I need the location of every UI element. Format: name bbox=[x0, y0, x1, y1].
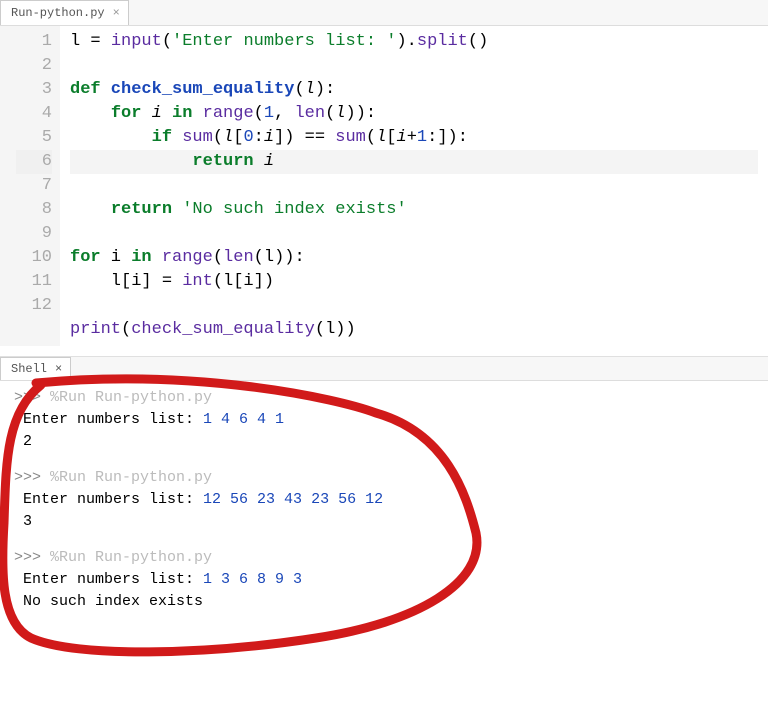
editor-tab-bar: Run-python.py × bbox=[0, 0, 768, 26]
close-icon[interactable]: × bbox=[55, 362, 62, 376]
editor-tab[interactable]: Run-python.py × bbox=[0, 0, 129, 25]
code-line: for i in range(1, len(l)): bbox=[70, 104, 376, 123]
close-icon[interactable]: × bbox=[113, 7, 120, 19]
line-number-gutter: 1 2 3 4 5 6 7 8 9 10 11 12 bbox=[0, 26, 60, 346]
code-line bbox=[70, 224, 80, 243]
code-line: l[i] = int(l[i]) bbox=[70, 272, 274, 291]
code-line bbox=[70, 56, 80, 75]
shell-tab[interactable]: Shell × bbox=[0, 357, 71, 380]
code-line: if sum(l[0:i]) == sum(l[i+1:]): bbox=[70, 128, 468, 147]
shell-run-block: >>> %Run Run-python.py Enter numbers lis… bbox=[14, 387, 754, 453]
code-line: return i bbox=[70, 150, 758, 174]
code-content[interactable]: l = input('Enter numbers list: ').split(… bbox=[60, 26, 768, 346]
shell-panel: Shell × >>> %Run Run-python.py Enter num… bbox=[0, 356, 768, 723]
code-line: for i in range(len(l)): bbox=[70, 248, 305, 267]
shell-tab-bar: Shell × bbox=[0, 357, 768, 381]
code-line: def check_sum_equality(l): bbox=[70, 80, 335, 99]
code-line: return 'No such index exists' bbox=[70, 200, 407, 219]
code-line: print(check_sum_equality(l)) bbox=[70, 320, 356, 339]
code-editor[interactable]: 1 2 3 4 5 6 7 8 9 10 11 12 l = input('En… bbox=[0, 26, 768, 346]
shell-run-block: >>> %Run Run-python.py Enter numbers lis… bbox=[14, 547, 754, 613]
code-line: l = input('Enter numbers list: ').split(… bbox=[70, 32, 488, 51]
shell-run-block: >>> %Run Run-python.py Enter numbers lis… bbox=[14, 467, 754, 533]
shell-tab-label: Shell bbox=[11, 362, 47, 376]
code-line bbox=[70, 296, 80, 315]
editor-tab-label: Run-python.py bbox=[11, 6, 105, 20]
shell-output[interactable]: >>> %Run Run-python.py Enter numbers lis… bbox=[0, 381, 768, 723]
